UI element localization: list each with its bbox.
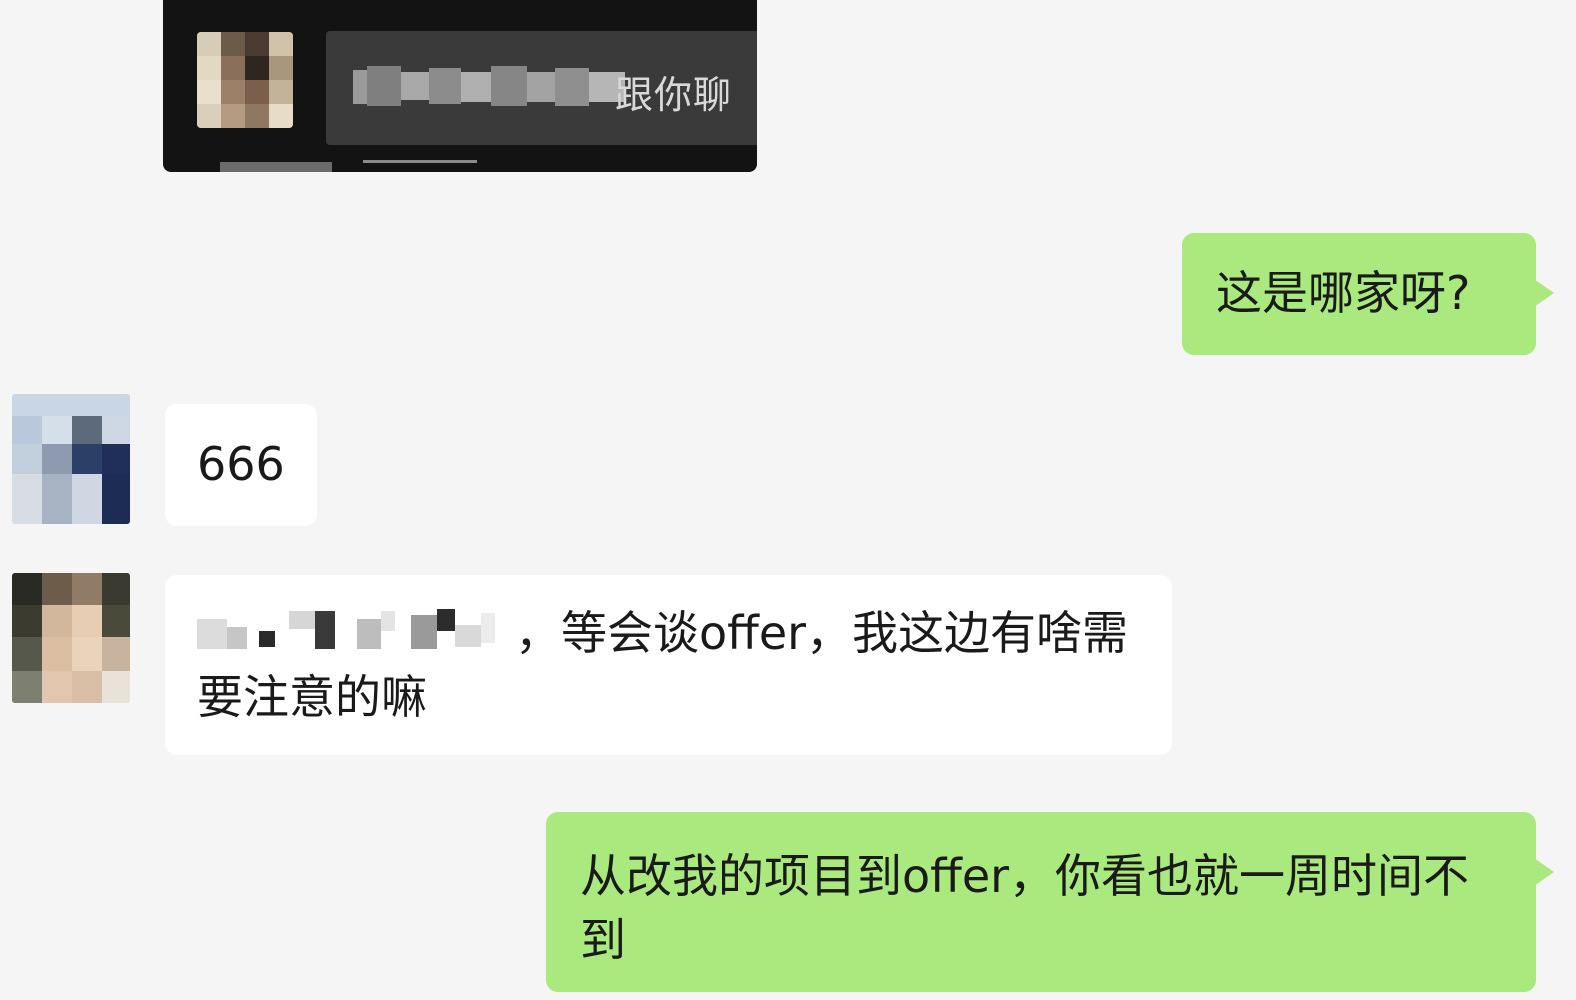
message-line-2: 要注意的嘛 [197,670,427,724]
contact-avatar[interactable] [12,573,130,703]
sent-message-bubble[interactable]: 从改我的项目到offer，你看也就一周时间不 到 [546,812,1554,992]
message-line-2: 到 [580,913,626,967]
redacted-text [197,605,515,655]
message-line-1: 从改我的项目到offer，你看也就一周时间不 [580,849,1470,903]
received-message-bubble[interactable]: ，等会谈offer，我这边有啥需 要注意的嘛 [165,575,1172,755]
message-text: ，等会谈offer，我这边有啥需 [515,606,1129,660]
message-text: 666 [197,437,285,491]
received-message-bubble[interactable]: 666 [165,404,317,526]
card-text: 跟你聊 [615,73,733,117]
card-blurred-text [353,62,625,110]
message-text: 这是哪家呀? [1216,266,1471,320]
card-footer-bar [220,162,332,172]
card-footer-line [363,160,477,163]
sent-message-bubble[interactable]: 这是哪家呀? [1182,233,1554,355]
shared-screenshot-card[interactable]: 跟你聊 [163,0,757,172]
contact-avatar[interactable] [12,394,130,524]
message-line-1: ，等会谈offer，我这边有啥需 [197,601,1140,665]
card-avatar [197,32,293,128]
